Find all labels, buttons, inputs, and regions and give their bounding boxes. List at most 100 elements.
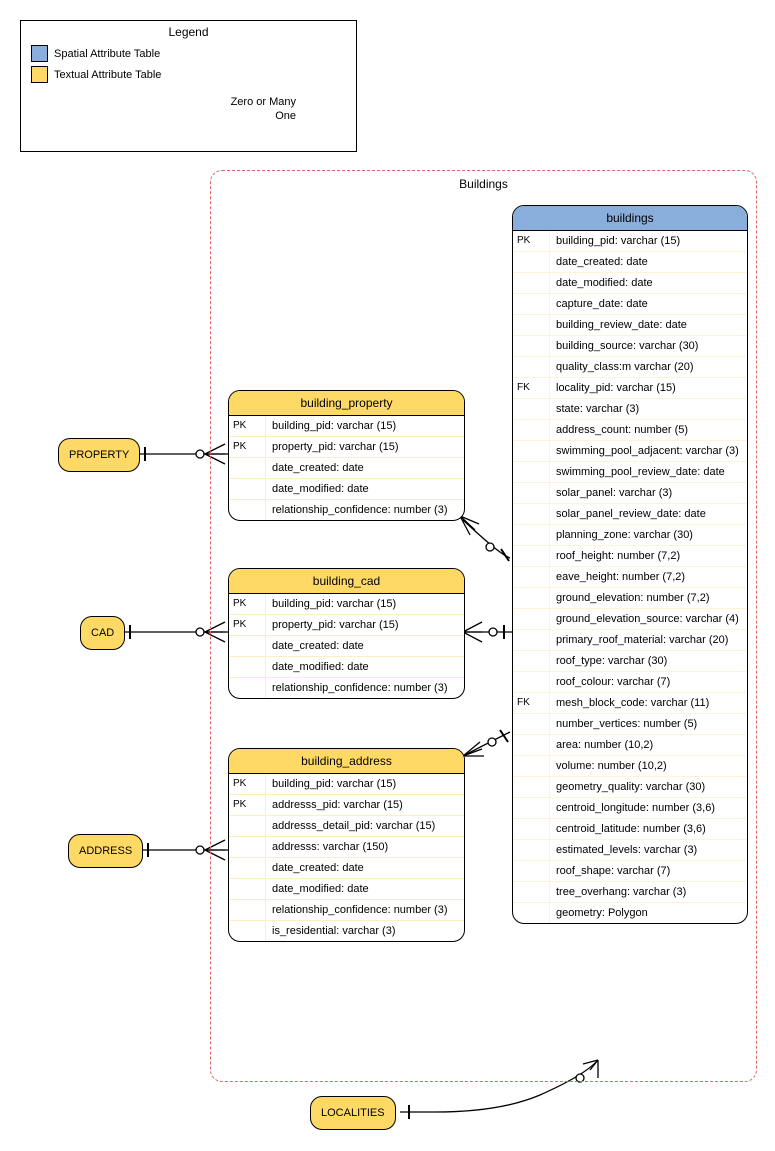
table-row: centroid_latitude: number (3,6) [513,819,747,840]
table-row: swimming_pool_review_date: date [513,462,747,483]
table-row: swimming_pool_adjacent: varchar (3) [513,441,747,462]
table-row: is_residential: varchar (3) [229,921,464,941]
legend-zero-many: Zero or Many [21,95,296,109]
key-cell [513,882,550,902]
value-cell: date_created: date [266,458,464,478]
key-cell [229,458,266,478]
key-cell [513,735,550,755]
value-cell: roof_type: varchar (30) [550,651,747,671]
key-cell [513,588,550,608]
key-cell [229,678,266,698]
legend-spatial-label: Spatial Attribute Table [54,48,160,60]
value-cell: relationship_confidence: number (3) [266,678,464,698]
key-cell [229,657,266,677]
value-cell: roof_height: number (7,2) [550,546,747,566]
table-row: number_vertices: number (5) [513,714,747,735]
value-cell: quality_class:m varchar (20) [550,357,747,377]
buildings-container-label: Buildings [211,177,756,191]
value-cell: tree_overhang: varchar (3) [550,882,747,902]
value-cell: primary_roof_material: varchar (20) [550,630,747,650]
key-cell [513,630,550,650]
table-row: PKbuilding_pid: varchar (15) [513,231,747,252]
key-cell [513,756,550,776]
value-cell: swimming_pool_adjacent: varchar (3) [550,441,747,461]
legend-row-textual: Textual Attribute Table [21,64,356,85]
key-cell [513,441,550,461]
table-row: addresss_detail_pid: varchar (15) [229,816,464,837]
key-cell [513,525,550,545]
key-cell [513,651,550,671]
table-row: solar_panel: varchar (3) [513,483,747,504]
key-cell [513,777,550,797]
value-cell: addresss_detail_pid: varchar (15) [266,816,464,836]
key-cell [229,500,266,520]
value-cell: capture_date: date [550,294,747,314]
value-cell: mesh_block_code: varchar (11) [550,693,747,713]
key-cell: FK [513,693,550,713]
value-cell: date_created: date [550,252,747,272]
key-cell: PK [229,437,266,457]
table-row: building_source: varchar (30) [513,336,747,357]
value-cell: solar_panel: varchar (3) [550,483,747,503]
value-cell: building_pid: varchar (15) [266,416,464,436]
value-cell: eave_height: number (7,2) [550,567,747,587]
legend-textual-label: Textual Attribute Table [54,69,161,81]
key-cell [513,420,550,440]
table-row: date_created: date [229,858,464,879]
key-cell [513,273,550,293]
value-cell: ground_elevation: number (7,2) [550,588,747,608]
key-cell [513,861,550,881]
value-cell: area: number (10,2) [550,735,747,755]
key-cell [229,879,266,899]
table-row: PKproperty_pid: varchar (15) [229,437,464,458]
legend-box: Legend Spatial Attribute Table Textual A… [20,20,357,152]
entity-building-cad-header: building_cad [229,569,464,594]
value-cell: centroid_longitude: number (3,6) [550,798,747,818]
table-row: PKbuilding_pid: varchar (15) [229,416,464,437]
table-row: state: varchar (3) [513,399,747,420]
value-cell: building_source: varchar (30) [550,336,747,356]
value-cell: building_review_date: date [550,315,747,335]
value-cell: state: varchar (3) [550,399,747,419]
table-row: building_review_date: date [513,315,747,336]
table-row: date_created: date [229,458,464,479]
value-cell: date_modified: date [266,479,464,499]
table-row: ground_elevation: number (7,2) [513,588,747,609]
table-row: date_modified: date [229,879,464,900]
key-cell: PK [513,231,550,251]
table-row: PKaddresss_pid: varchar (15) [229,795,464,816]
value-cell: planning_zone: varchar (30) [550,525,747,545]
value-cell: address_count: number (5) [550,420,747,440]
key-cell [513,840,550,860]
value-cell: geometry: Polygon [550,903,747,923]
table-row: PKbuilding_pid: varchar (15) [229,594,464,615]
value-cell: swimming_pool_review_date: date [550,462,747,482]
entity-building-address: building_address PKbuilding_pid: varchar… [228,748,465,942]
entity-buildings-header: buildings [513,206,747,231]
key-cell [229,479,266,499]
value-cell: relationship_confidence: number (3) [266,900,464,920]
table-row: primary_roof_material: varchar (20) [513,630,747,651]
legend-one: One [21,109,296,123]
table-row: addresss: varchar (150) [229,837,464,858]
value-cell: volume: number (10,2) [550,756,747,776]
value-cell: building_pid: varchar (15) [266,774,464,794]
table-row: centroid_longitude: number (3,6) [513,798,747,819]
value-cell: relationship_confidence: number (3) [266,500,464,520]
key-cell [513,315,550,335]
value-cell: property_pid: varchar (15) [266,437,464,457]
table-row: date_modified: date [229,479,464,500]
table-row: date_created: date [513,252,747,273]
key-cell: PK [229,594,266,614]
value-cell: estimated_levels: varchar (3) [550,840,747,860]
key-cell [513,546,550,566]
ext-localities: LOCALITIES [310,1096,396,1130]
table-row: ground_elevation_source: varchar (4) [513,609,747,630]
table-row: relationship_confidence: number (3) [229,678,464,698]
table-row: FKmesh_block_code: varchar (11) [513,693,747,714]
table-row: roof_shape: varchar (7) [513,861,747,882]
value-cell: geometry_quality: varchar (30) [550,777,747,797]
ext-property: PROPERTY [58,438,140,472]
key-cell [513,294,550,314]
ext-address: ADDRESS [68,834,143,868]
